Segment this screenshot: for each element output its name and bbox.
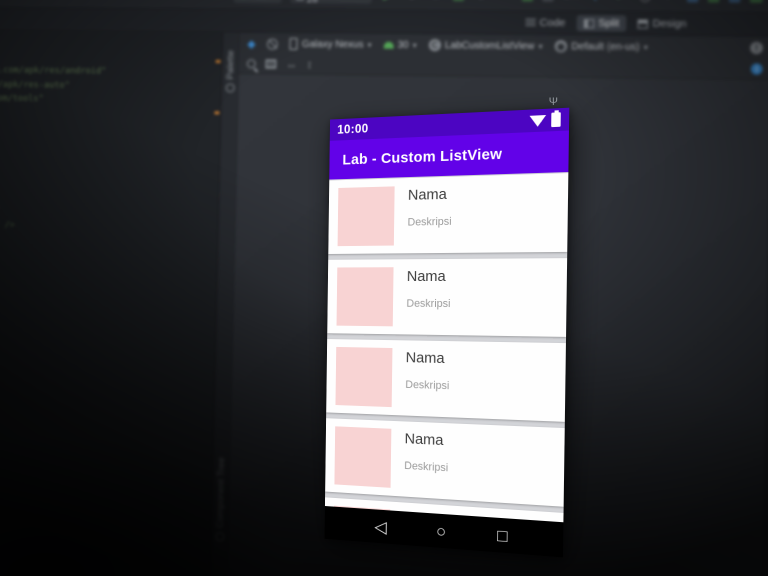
attach-debugger-icon[interactable]: ◖: [473, 0, 488, 2]
item-description: Deskripsi: [405, 378, 450, 393]
tab-design[interactable]: Design: [631, 15, 694, 32]
wrench-icon: Ψ: [548, 96, 558, 108]
warning-stripe-marker[interactable]: [214, 111, 220, 115]
globe-icon: ◉: [554, 40, 568, 53]
error-badge[interactable]: !: [750, 41, 763, 55]
item-name: Nama: [407, 185, 447, 204]
back-button[interactable]: ◁: [374, 517, 387, 537]
palette-icon: [225, 83, 235, 93]
chevron-down-icon: ▾: [412, 40, 417, 50]
battery-icon: [551, 112, 561, 128]
pan-horizontal-icon[interactable]: ↔: [286, 58, 297, 70]
component-tree-label: Component Tree: [214, 457, 228, 529]
list-item[interactable]: Nama Deskripsi: [326, 339, 566, 422]
stop-icon[interactable]: [541, 0, 554, 2]
history-icon[interactable]: ◷: [637, 0, 653, 3]
chevron-down-icon: ▾: [643, 42, 648, 52]
theme-icon: C: [428, 39, 441, 52]
code-icon: [525, 18, 536, 28]
screenshot-scene: ⚒ app ▾ Pixel 3 API 28 ▾ ▶ ↺ ≡ ◖ ⌒ Git: …: [0, 0, 768, 576]
item-description: Deskripsi: [407, 215, 452, 229]
design-surface-icon[interactable]: ◆: [247, 37, 256, 50]
status-time: 10:00: [337, 121, 369, 137]
list-item[interactable]: Nama Deskripsi: [327, 258, 568, 337]
list-item[interactable]: Nama Deskripsi: [325, 418, 565, 507]
item-thumbnail: [336, 267, 394, 327]
chevron-down-icon: ▾: [538, 41, 543, 51]
profile-app-icon[interactable]: [521, 0, 534, 2]
chevron-down-icon: ▾: [367, 40, 372, 50]
apply-changes-icon[interactable]: ↺: [404, 0, 419, 2]
theme-label: LabCustomListView: [444, 39, 535, 52]
component-tree-icon: [215, 531, 225, 542]
issue-info-icon[interactable]: i: [750, 63, 763, 75]
run-icon[interactable]: ▶: [380, 0, 395, 2]
color-off-icon[interactable]: [267, 38, 279, 50]
item-thumbnail: [335, 346, 393, 408]
item-name: Nama: [405, 349, 445, 368]
item-thumbnail: [334, 426, 392, 488]
wifi-icon: [529, 114, 547, 127]
git-commit-icon[interactable]: ✓: [612, 0, 628, 3]
item-name: Nama: [406, 267, 446, 285]
code-gap: [0, 134, 220, 194]
android-icon: [383, 41, 394, 49]
item-thumbnail: [337, 186, 395, 247]
item-description: Deskripsi: [406, 297, 451, 311]
recents-button[interactable]: □: [497, 525, 508, 545]
app-title: Lab - Custom ListView: [342, 145, 503, 168]
design-icon: [637, 18, 649, 29]
zoom-icon[interactable]: [246, 59, 256, 69]
rollback-icon[interactable]: ↶: [662, 0, 678, 3]
home-button[interactable]: ○: [436, 521, 446, 541]
palette-label: Palette: [225, 50, 237, 80]
tab-code-label: Code: [539, 16, 566, 30]
git-update-icon[interactable]: ↓: [588, 0, 604, 3]
project-folder-icon[interactable]: [687, 0, 700, 3]
tab-split[interactable]: Split: [576, 14, 627, 32]
device-select[interactable]: Pixel 3 API 28 ▾: [290, 0, 372, 5]
api-level-label: 30: [397, 39, 409, 51]
device-label: Pixel 3 API 28: [307, 0, 358, 5]
custom-listview[interactable]: Nama Deskripsi Nama Deskripsi Nama Deskr…: [324, 172, 569, 523]
tab-design-label: Design: [652, 17, 687, 30]
profiler-icon[interactable]: ≡: [428, 0, 443, 2]
split-icon: [583, 18, 595, 28]
tab-palette[interactable]: Palette: [225, 50, 237, 93]
device-manager-icon[interactable]: [729, 0, 742, 3]
view-options-icon[interactable]: [265, 59, 277, 69]
tab-split-label: Split: [598, 17, 620, 30]
debug-icon[interactable]: [452, 0, 464, 2]
build-hammer-icon[interactable]: ⚒: [210, 0, 225, 1]
phone-preview-area: Ψ 10:00 Lab - Custom ListView Nama Deskr…: [321, 96, 570, 558]
item-name: Nama: [404, 430, 444, 450]
warning-stripe-marker[interactable]: [215, 59, 221, 63]
sdk-manager-icon[interactable]: [750, 0, 763, 3]
run-config-select[interactable]: app ▾: [233, 0, 282, 4]
terminal-icon[interactable]: [708, 0, 721, 3]
git-label: Git:: [563, 0, 579, 1]
tab-code[interactable]: Code: [518, 15, 573, 32]
theme-select[interactable]: C LabCustomListView ▾: [428, 39, 543, 52]
locale-label: Default (en-us): [571, 40, 640, 53]
gauge-icon[interactable]: ⌒: [497, 0, 513, 2]
tab-component-tree[interactable]: Component Tree: [214, 457, 228, 542]
phone-preview[interactable]: 10:00 Lab - Custom ListView Nama Deskrip…: [324, 107, 570, 558]
pan-vertical-icon[interactable]: ↕: [307, 58, 313, 70]
device-for-preview-select[interactable]: Galaxy Nexus ▾: [289, 37, 372, 51]
list-item[interactable]: Nama Deskripsi: [328, 173, 569, 254]
preview-device-label: Galaxy Nexus: [301, 38, 364, 50]
locale-select[interactable]: ◉ Default (en-us) ▾: [554, 40, 648, 53]
item-description: Deskripsi: [404, 459, 449, 475]
xml-code-editor[interactable]: oid.com/apk/res/android" com/apk/res-aut…: [0, 30, 224, 576]
device-phone-icon: [289, 37, 299, 50]
api-version-select[interactable]: 30 ▾: [383, 39, 417, 51]
code-line: d.com/tools": [0, 93, 44, 105]
